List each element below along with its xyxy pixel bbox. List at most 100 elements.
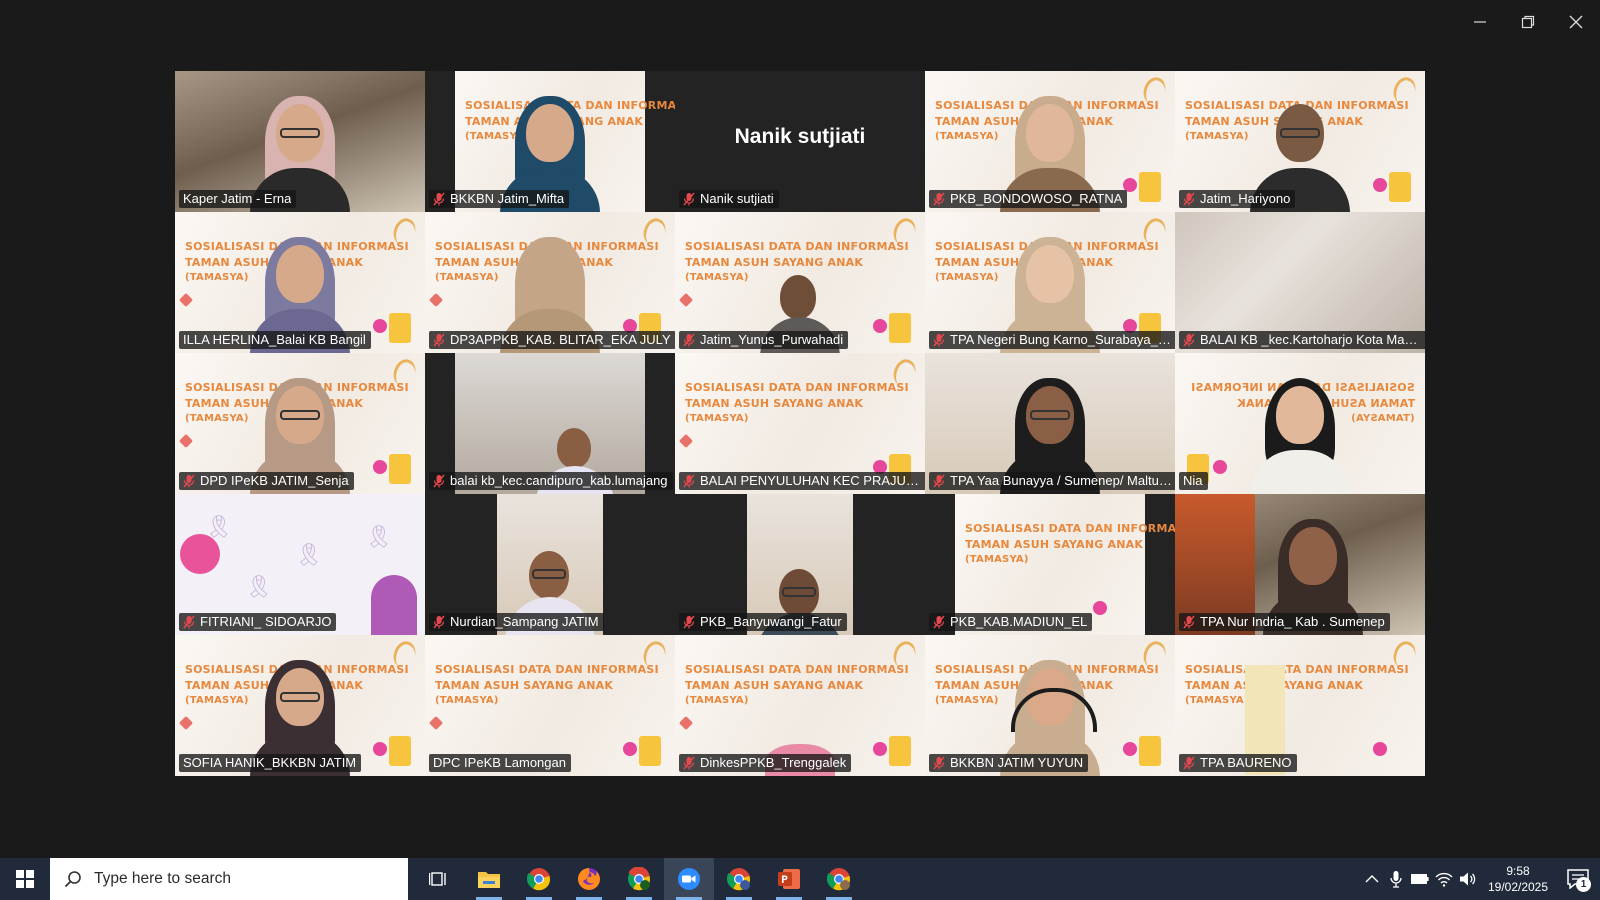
taskbar-powerpoint[interactable] xyxy=(764,858,814,900)
banner-tag: (TAMASYA) xyxy=(685,272,749,283)
participant-name-label: FITRIANI_ SIDOARJO xyxy=(179,613,337,631)
restore-button[interactable] xyxy=(1504,0,1552,44)
banner-tag: (TAMASYA) xyxy=(935,272,999,283)
video-tile[interactable]: TPA Yaa Bunayya / Sumenep/ Maltuf... xyxy=(925,353,1175,494)
participant-name: Jatim_Yunus_Purwahadi xyxy=(700,332,844,347)
mic-muted-icon xyxy=(433,474,445,488)
speaker-name-placeholder: Nanik sutjiati xyxy=(734,125,866,148)
mic-muted-icon xyxy=(933,615,945,629)
clock-time: 9:58 xyxy=(1506,864,1530,878)
taskbar-zoom[interactable] xyxy=(664,858,714,900)
taskbar-chrome-profile-b[interactable] xyxy=(714,858,764,900)
participant-name-label: PKB_Banyuwangi_Fatur xyxy=(679,613,847,631)
start-button[interactable] xyxy=(0,858,50,900)
banner-tag: (TAMASYA) xyxy=(935,131,999,142)
video-tile[interactable]: SOSIALISASI DATA DAN INFORMASI TAMAN ASU… xyxy=(925,494,1175,635)
minimize-button[interactable] xyxy=(1456,0,1504,44)
participant-name-label: TPA Yaa Bunayya / Sumenep/ Maltuf... xyxy=(929,472,1175,490)
video-tile[interactable]: SOSIALISASI DATA DAN INFORMASI TAMAN ASU… xyxy=(1175,71,1425,212)
video-tile[interactable]: TPA Nur Indria_ Kab . Sumenep xyxy=(1175,494,1425,635)
participant-name: TPA Yaa Bunayya / Sumenep/ Maltuf... xyxy=(950,473,1173,488)
video-tile[interactable]: Kaper Jatim - Erna xyxy=(175,71,425,212)
participant-name-label: BALAI KB _kec.Kartoharjo Kota Madiun xyxy=(1179,331,1425,349)
mic-muted-icon xyxy=(1183,192,1195,206)
chrome-profile-icon xyxy=(727,868,751,891)
banner-tag: (TAMASYA) xyxy=(185,272,249,283)
taskbar-firefox[interactable] xyxy=(564,858,614,900)
wifi-icon xyxy=(1435,872,1453,887)
banner-tag: (TAMASYA) xyxy=(1185,695,1249,706)
video-tile[interactable]: SOSIALISASI DATA DAN INFORMASI TAMAN ASU… xyxy=(425,212,675,353)
folder-icon xyxy=(478,872,500,888)
video-gallery: Kaper Jatim - Erna SOSIALISASI DATA DAN … xyxy=(175,71,1425,776)
microphone-tray-button[interactable] xyxy=(1384,858,1408,900)
participant-name: FITRIANI_ SIDOARJO xyxy=(200,614,332,629)
video-tile[interactable]: BALAI KB _kec.Kartoharjo Kota Madiun xyxy=(1175,212,1425,353)
video-tile-active-speaker[interactable]: SOSIALISASI DATA DAN INFORMASI TAMAN ASU… xyxy=(1175,353,1425,494)
mic-muted-icon xyxy=(1183,615,1195,629)
video-tile[interactable]: SOSIALISASI DATA DAN INFORMASI TAMAN ASU… xyxy=(175,353,425,494)
video-tile[interactable]: SOSIALISASI DATA DAN INFORMASI TAMAN ASU… xyxy=(425,71,675,212)
mic-muted-icon xyxy=(183,474,195,488)
speaker-icon xyxy=(1460,872,1476,886)
video-tile[interactable]: SOSIALISASI DATA DAN INFORMASI TAMAN ASU… xyxy=(425,635,675,776)
taskbar-file-explorer[interactable] xyxy=(464,858,514,900)
clock-date: 19/02/2025 xyxy=(1487,880,1549,894)
participant-name: BALAI PENYULUHAN KEC PRAJURIT ... xyxy=(700,473,923,488)
video-tile[interactable]: SOSIALISASI DATA DAN INFORMASI TAMAN ASU… xyxy=(1175,635,1425,776)
participant-name: DPD IPeKB JATIM_Senja xyxy=(200,473,349,488)
mic-muted-icon xyxy=(683,192,695,206)
participant-name-label: ILLA HERLINA_Balai KB Bangil xyxy=(179,331,371,349)
mic-muted-icon xyxy=(1183,756,1195,770)
mic-muted-icon xyxy=(683,474,695,488)
participant-name: DinkesPPKB_Trenggalek xyxy=(700,755,847,770)
mic-muted-icon xyxy=(683,333,695,347)
taskbar-chrome-profile-c[interactable] xyxy=(814,858,864,900)
close-button[interactable] xyxy=(1552,0,1600,44)
video-tile[interactable]: SOSIALISASI DATA DAN INFORMASI TAMAN ASU… xyxy=(675,635,925,776)
mic-muted-icon xyxy=(433,192,445,206)
notification-center-button[interactable]: 1 xyxy=(1556,858,1600,900)
banner-tag: (TAMASYA) xyxy=(965,554,1029,565)
participant-name-label: Jatim_Hariyono xyxy=(1179,190,1296,208)
taskbar-clock[interactable]: 9:58 19/02/2025 xyxy=(1480,863,1556,895)
participant-name: Kaper Jatim - Erna xyxy=(183,191,292,206)
participant-video xyxy=(1245,376,1355,494)
video-tile[interactable]: SOSIALISASI DATA DAN INFORMASI TAMAN ASU… xyxy=(925,212,1175,353)
video-tile[interactable]: SOSIALISASI DATA DAN INFORMASI TAMAN ASU… xyxy=(175,212,425,353)
participant-name-label: DPD IPeKB JATIM_Senja xyxy=(179,472,354,490)
battery-button[interactable] xyxy=(1408,858,1432,900)
taskbar-chrome[interactable] xyxy=(514,858,564,900)
window-controls xyxy=(1456,0,1600,44)
participant-name: TPA Nur Indria_ Kab . Sumenep xyxy=(1200,614,1385,629)
video-tile[interactable]: balai kb_kec.candipuro_kab.lumajang xyxy=(425,353,675,494)
task-view-button[interactable] xyxy=(414,858,464,900)
video-tile[interactable]: SOSIALISASI DATA DAN INFORMASI TAMAN ASU… xyxy=(925,635,1175,776)
participant-name: BALAI KB _kec.Kartoharjo Kota Madiun xyxy=(1200,332,1423,347)
video-tile[interactable]: 🎗 🎗 🎗 🎗 FITRIANI_ SIDOARJO xyxy=(175,494,425,635)
video-tile[interactable]: PKB_Banyuwangi_Fatur xyxy=(675,494,925,635)
network-button[interactable] xyxy=(1432,858,1456,900)
banner-title: SOSIALISASI DATA DAN INFORMASI xyxy=(685,381,909,394)
video-tile[interactable]: SOSIALISASI DATA DAN INFORMASI TAMAN ASU… xyxy=(175,635,425,776)
video-tile[interactable]: SOSIALISASI DATA DAN INFORMASI TAMAN ASU… xyxy=(675,353,925,494)
video-tile[interactable]: Nanik sutjiati Nanik sutjiati xyxy=(675,71,925,212)
close-icon xyxy=(1569,15,1583,29)
taskbar-chrome-profile-ks[interactable] xyxy=(614,858,664,900)
taskbar-apps xyxy=(414,858,864,900)
video-tile[interactable]: Nurdian_Sampang JATIM xyxy=(425,494,675,635)
banner-title: SOSIALISASI DATA DAN INFORMASI xyxy=(435,663,659,676)
system-tray: 9:58 19/02/2025 1 xyxy=(1360,858,1600,900)
mic-muted-icon xyxy=(933,756,945,770)
restore-icon xyxy=(1521,15,1535,29)
participant-name: Jatim_Hariyono xyxy=(1200,191,1291,206)
participant-name-label: BKKBN Jatim_Mifta xyxy=(429,190,570,208)
banner-subtitle: TAMAN ASUH SAYANG ANAK xyxy=(435,679,614,692)
video-tile[interactable]: SOSIALISASI DATA DAN INFORMASI TAMAN ASU… xyxy=(675,212,925,353)
taskbar-search[interactable]: Type here to search xyxy=(50,858,408,900)
video-tile[interactable]: SOSIALISASI DATA DAN INFORMASI TAMAN ASU… xyxy=(925,71,1175,212)
participant-name-label: PKB_KAB.MADIUN_EL xyxy=(929,613,1093,631)
show-hidden-icons-button[interactable] xyxy=(1360,858,1384,900)
volume-button[interactable] xyxy=(1456,858,1480,900)
search-icon xyxy=(64,871,81,888)
